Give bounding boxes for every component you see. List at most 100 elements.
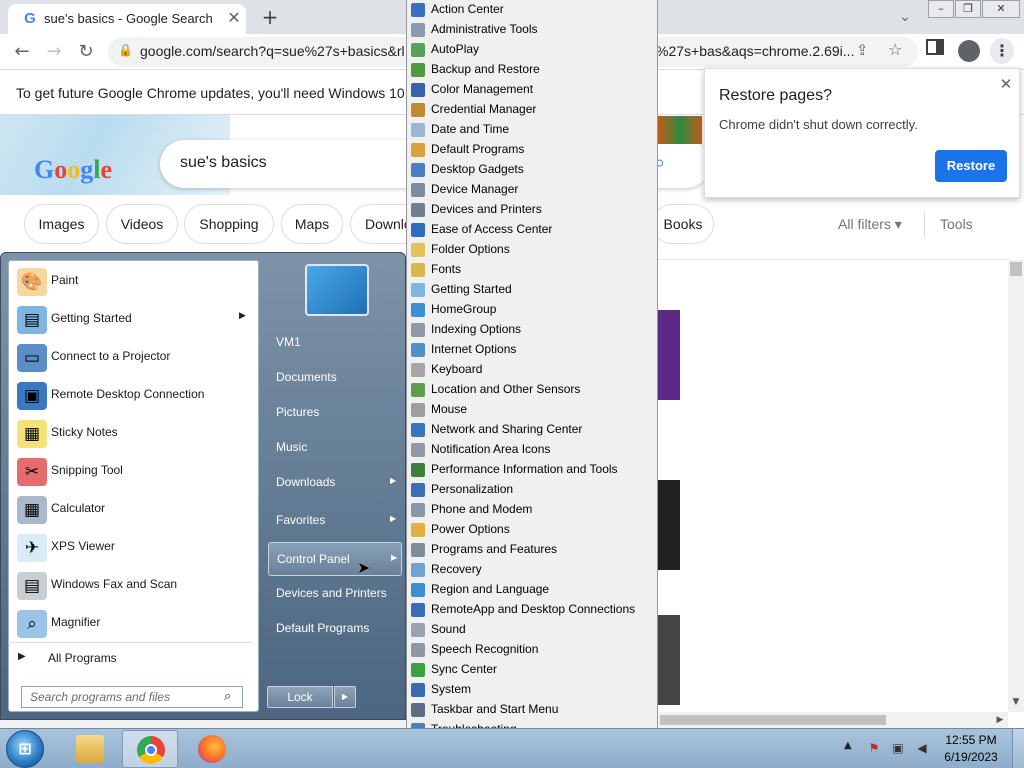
start-program-item[interactable]: ▦ Calculator (9, 491, 258, 529)
control-panel-item[interactable]: Fonts (407, 260, 657, 280)
start-program-item[interactable]: ▤ Getting Started ▶ (9, 301, 258, 339)
control-panel-item[interactable]: Speech Recognition (407, 640, 657, 660)
forward-arrow-icon[interactable]: → (40, 38, 68, 66)
show-desktop-button[interactable] (1012, 729, 1024, 768)
window-minimize-button[interactable]: – (928, 0, 954, 18)
all-programs-button[interactable]: ▶ All Programs (8, 646, 253, 672)
control-panel-item[interactable]: Location and Other Sensors (407, 380, 657, 400)
control-panel-item[interactable]: Ease of Access Center (407, 220, 657, 240)
control-panel-item[interactable]: Programs and Features (407, 540, 657, 560)
start-link-devices-and-printers[interactable]: Devices and Printers (268, 577, 402, 611)
control-panel-item[interactable]: AutoPlay (407, 40, 657, 60)
start-link-default-programs[interactable]: Default Programs (268, 612, 402, 646)
control-panel-item[interactable]: Taskbar and Start Menu (407, 700, 657, 720)
chip-videos[interactable]: Videos (106, 204, 178, 244)
control-panel-item[interactable]: Phone and Modem (407, 500, 657, 520)
control-panel-item[interactable]: Sound (407, 620, 657, 640)
window-restore-button[interactable]: ❐ (955, 0, 981, 18)
browser-tab[interactable]: G sue's basics - Google Search ✕ (8, 4, 246, 34)
start-link-music[interactable]: Music (268, 431, 402, 465)
start-link-pictures[interactable]: Pictures (268, 396, 402, 430)
start-program-item[interactable]: ▦ Sticky Notes (9, 415, 258, 453)
user-account-picture[interactable] (305, 264, 369, 316)
control-panel-item[interactable]: Keyboard (407, 360, 657, 380)
control-panel-item[interactable]: Desktop Gadgets (407, 160, 657, 180)
tab-close-icon[interactable]: ✕ (224, 8, 244, 28)
start-link-control-panel[interactable]: Control Panel ▶ (268, 542, 402, 576)
reload-icon[interactable]: ↻ (72, 38, 100, 66)
clock-date[interactable]: 6/19/2023 (940, 750, 1002, 764)
control-panel-item[interactable]: Mouse (407, 400, 657, 420)
control-panel-item[interactable]: Date and Time (407, 120, 657, 140)
start-search-input[interactable]: Search programs and files ⌕ (21, 686, 243, 708)
lock-icon[interactable]: 🔒 (118, 43, 133, 57)
control-panel-item[interactable]: Default Programs (407, 140, 657, 160)
scroll-down-arrow-icon[interactable]: ▼ (1008, 694, 1024, 710)
start-link-documents[interactable]: Documents (268, 361, 402, 395)
start-link-downloads[interactable]: Downloads ▶ (268, 466, 402, 500)
action-center-flag-icon[interactable]: ⚑ (866, 740, 882, 756)
control-panel-item[interactable]: Recovery (407, 560, 657, 580)
control-panel-item[interactable]: Color Management (407, 80, 657, 100)
control-panel-item[interactable]: Devices and Printers (407, 200, 657, 220)
all-filters-button[interactable]: All filters ▾ (838, 216, 902, 233)
control-panel-item[interactable]: HomeGroup (407, 300, 657, 320)
tab-search-chevron-icon[interactable]: ⌄ (894, 6, 916, 28)
chip-shopping[interactable]: Shopping (184, 204, 274, 244)
taskbar-firefox-button[interactable] (184, 730, 240, 768)
chip-books[interactable]: Books (652, 204, 714, 244)
start-link-favorites[interactable]: Favorites ▶ (268, 504, 402, 538)
control-panel-item[interactable]: Power Options (407, 520, 657, 540)
control-panel-item[interactable]: RemoteApp and Desktop Connections (407, 600, 657, 620)
chrome-menu-icon[interactable]: ⋮ (990, 38, 1014, 64)
tools-button[interactable]: Tools (940, 216, 973, 232)
start-program-item[interactable]: 🎨 Paint (9, 263, 258, 301)
chip-images[interactable]: Images (24, 204, 99, 244)
control-panel-item[interactable]: Sync Center (407, 660, 657, 680)
lock-button[interactable]: Lock (267, 686, 333, 708)
taskbar-explorer-button[interactable] (62, 730, 118, 768)
control-panel-item[interactable]: Region and Language (407, 580, 657, 600)
side-panel-icon[interactable] (926, 39, 944, 55)
volume-icon[interactable]: ◀ (914, 740, 930, 756)
control-panel-item[interactable]: Network and Sharing Center (407, 420, 657, 440)
taskbar-chrome-button[interactable] (122, 730, 178, 768)
restore-button[interactable]: Restore (935, 150, 1007, 182)
start-program-item[interactable]: ▭ Connect to a Projector (9, 339, 258, 377)
scrollbar-thumb[interactable] (660, 715, 886, 725)
scroll-right-arrow-icon[interactable]: ▶ (992, 712, 1008, 728)
show-hidden-icons-icon[interactable]: ▲ (844, 740, 852, 751)
chip-maps[interactable]: Maps (281, 204, 343, 244)
clock-time[interactable]: 12:55 PM (940, 733, 1002, 747)
bookmark-star-icon[interactable]: ☆ (888, 40, 902, 59)
control-panel-item[interactable]: Action Center (407, 0, 657, 20)
share-icon[interactable]: ⇪ (856, 41, 869, 59)
control-panel-item[interactable]: Getting Started (407, 280, 657, 300)
control-panel-item[interactable]: Backup and Restore (407, 60, 657, 80)
vertical-scrollbar[interactable] (1008, 260, 1024, 712)
control-panel-item[interactable]: Internet Options (407, 340, 657, 360)
control-panel-item[interactable]: System (407, 680, 657, 700)
new-tab-button[interactable]: + (258, 6, 282, 30)
control-panel-item[interactable]: Device Manager (407, 180, 657, 200)
close-icon[interactable]: ✕ (997, 75, 1015, 93)
start-program-item[interactable]: ✈ XPS Viewer (9, 529, 258, 567)
start-program-item[interactable]: ▤ Windows Fax and Scan (9, 567, 258, 605)
shutdown-options-arrow-icon[interactable]: ▶ (334, 686, 356, 708)
control-panel-item[interactable]: Folder Options (407, 240, 657, 260)
start-program-item[interactable]: ⌕ Magnifier (9, 605, 258, 643)
start-link-vm1[interactable]: VM1 (268, 326, 402, 360)
window-close-button[interactable]: ✕ (982, 0, 1020, 18)
result-thumbnail[interactable] (658, 615, 680, 705)
control-panel-item[interactable]: Credential Manager (407, 100, 657, 120)
network-icon[interactable]: ▣ (890, 740, 906, 756)
google-logo[interactable]: Google (34, 155, 112, 185)
start-program-item[interactable]: ▣ Remote Desktop Connection (9, 377, 258, 415)
profile-avatar-icon[interactable] (958, 40, 980, 62)
result-thumbnail[interactable] (658, 310, 680, 400)
back-arrow-icon[interactable]: ← (8, 38, 36, 66)
control-panel-item[interactable]: Performance Information and Tools (407, 460, 657, 480)
control-panel-item[interactable]: Personalization (407, 480, 657, 500)
control-panel-item[interactable]: Indexing Options (407, 320, 657, 340)
scrollbar-thumb[interactable] (1010, 262, 1022, 276)
